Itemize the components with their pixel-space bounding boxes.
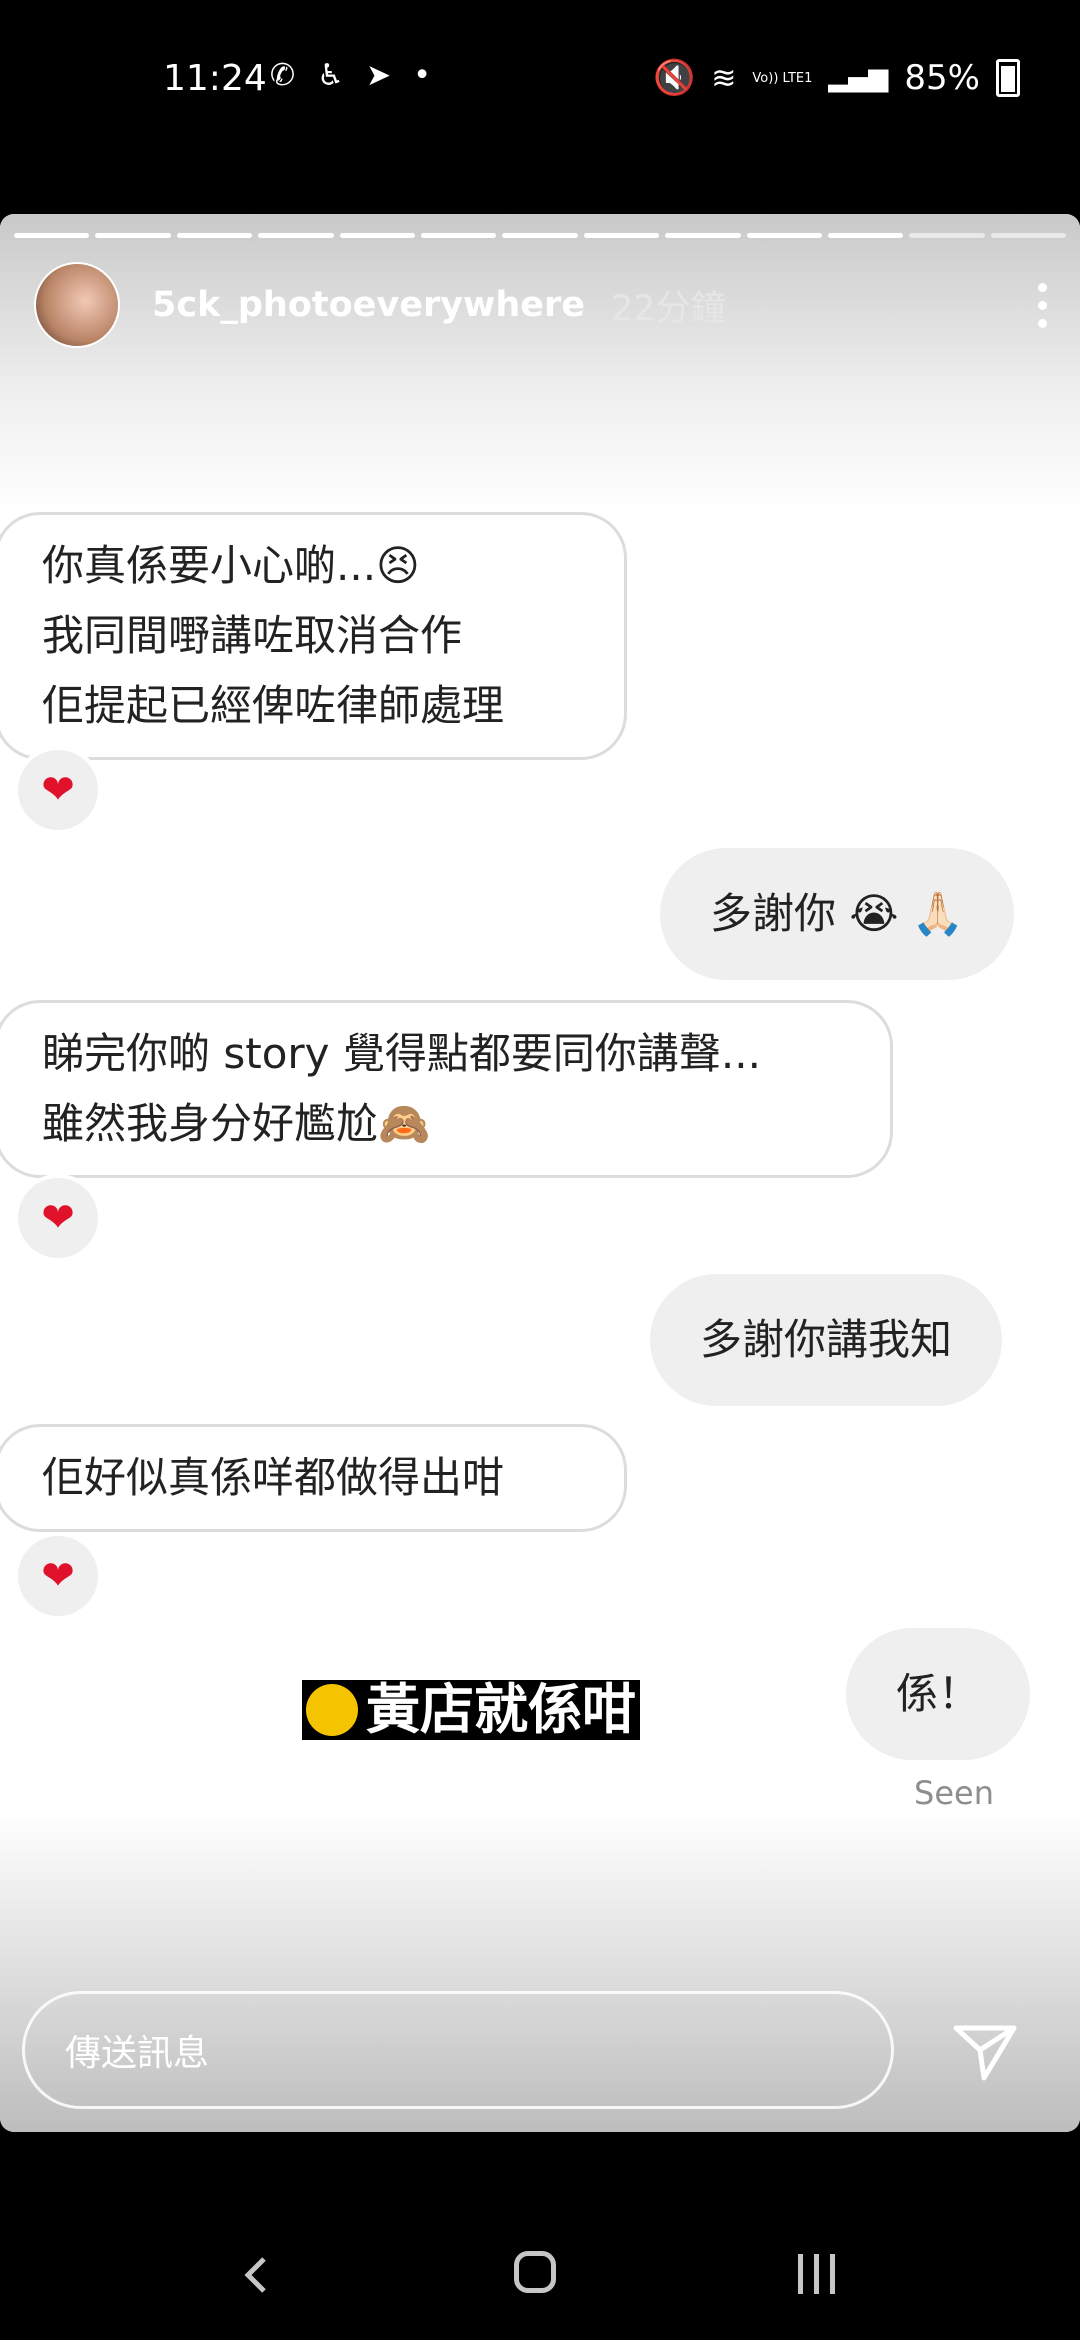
message-input[interactable]: 傳送訊息: [22, 1991, 894, 2109]
wifi-icon: ≋: [711, 60, 737, 96]
progress-segment: [258, 233, 334, 238]
heart-reaction-icon: ❤: [14, 1532, 102, 1620]
message-line: 我同間嘢講咗取消合作: [42, 611, 463, 660]
accessibility-icon: ♿: [317, 58, 345, 93]
progress-segment: [827, 233, 904, 238]
outgoing-message: 多謝你講我知: [650, 1274, 1003, 1406]
seen-label: Seen: [914, 1774, 994, 1812]
message-line: 睇完你啲 story 覺得點都要同你講聲...: [42, 1029, 761, 1078]
progress-segment: [502, 233, 578, 238]
progress-segment: [990, 233, 1067, 238]
progress-segment: [14, 233, 90, 238]
nav-back-icon[interactable]: [240, 2255, 270, 2295]
battery-icon: [996, 59, 1020, 97]
story-viewer[interactable]: 5ck_photoeverywhere 22分鐘 你真係要小心啲...😣 我同間…: [0, 214, 1080, 2132]
sticker-text: 黃店就係咁: [366, 1678, 636, 1741]
incoming-message: 你真係要小心啲...😣 我同間嘢講咗取消合作 佢提起已經俾咗律師處理: [0, 512, 627, 760]
mute-icon: 🔇: [652, 58, 696, 98]
more-notifications-dot-icon: •: [413, 58, 431, 93]
more-vertical-icon[interactable]: [1038, 282, 1050, 328]
message-text: 係！: [896, 1669, 981, 1718]
message-line: 佢好似真係咩都做得出咁: [42, 1453, 505, 1502]
telegram-icon: ➤: [366, 58, 392, 93]
message-text: 多謝你講我知: [700, 1315, 953, 1364]
navigation-bar: [0, 2132, 1080, 2340]
battery-percent: 85%: [904, 58, 980, 98]
story-header: 5ck_photoeverywhere 22分鐘: [34, 260, 1050, 350]
story-top-gradient: [0, 214, 1080, 514]
message-text: 多謝你 😭 🙏🏻: [710, 889, 965, 938]
avatar[interactable]: [34, 262, 120, 348]
story-time-ago: 22分鐘: [611, 288, 726, 329]
nav-recents-icon[interactable]: [798, 2254, 835, 2294]
message-line: 你真係要小心啲...😣: [42, 541, 420, 590]
message-line: 雖然我身分好尷尬🙈: [42, 1099, 431, 1148]
progress-segment: [176, 233, 253, 238]
progress-segment: [339, 233, 415, 238]
progress-segment: [909, 233, 985, 238]
message-line: 佢提起已經俾咗律師處理: [42, 681, 505, 730]
system-icons: 🔇 ≋ Vo)) LTE1 ▂▄▆ 85%: [653, 58, 1020, 98]
message-input-placeholder: 傳送訊息: [65, 2033, 210, 2074]
story-progress-bar: [14, 233, 1067, 238]
status-bar: 11:24 ✆ ♿ ➤ • 🔇 ≋ Vo)) LTE1 ▂▄▆ 85%: [0, 0, 1080, 165]
send-icon[interactable]: [950, 2022, 1020, 2082]
progress-segment: [420, 233, 497, 238]
progress-segment: [746, 233, 822, 238]
incoming-message: 睇完你啲 story 覺得點都要同你講聲... 雖然我身分好尷尬🙈: [0, 1000, 893, 1178]
heart-reaction-icon: ❤: [14, 1174, 102, 1262]
lte-icon: Vo)) LTE1: [752, 70, 813, 86]
nav-home-icon[interactable]: [514, 2251, 556, 2293]
heart-reaction-icon: ❤: [14, 746, 102, 834]
status-time: 11:24: [163, 58, 267, 99]
progress-segment: [665, 233, 741, 238]
incoming-message: 佢好似真係咩都做得出咁: [0, 1424, 627, 1532]
story-username[interactable]: 5ck_photoeverywhere: [152, 285, 585, 325]
notification-icons: ✆ ♿ ➤ •: [270, 58, 431, 93]
text-sticker: 黃店就係咁: [302, 1680, 640, 1740]
signal-icon: ▂▄▆: [828, 63, 889, 93]
progress-segment: [583, 233, 660, 238]
smiley-emoji-icon: [306, 1684, 358, 1736]
outgoing-message: 多謝你 😭 🙏🏻: [660, 848, 1015, 980]
progress-segment: [95, 233, 171, 238]
outgoing-message: 係！: [846, 1628, 1031, 1760]
missed-call-icon: ✆: [270, 58, 296, 93]
